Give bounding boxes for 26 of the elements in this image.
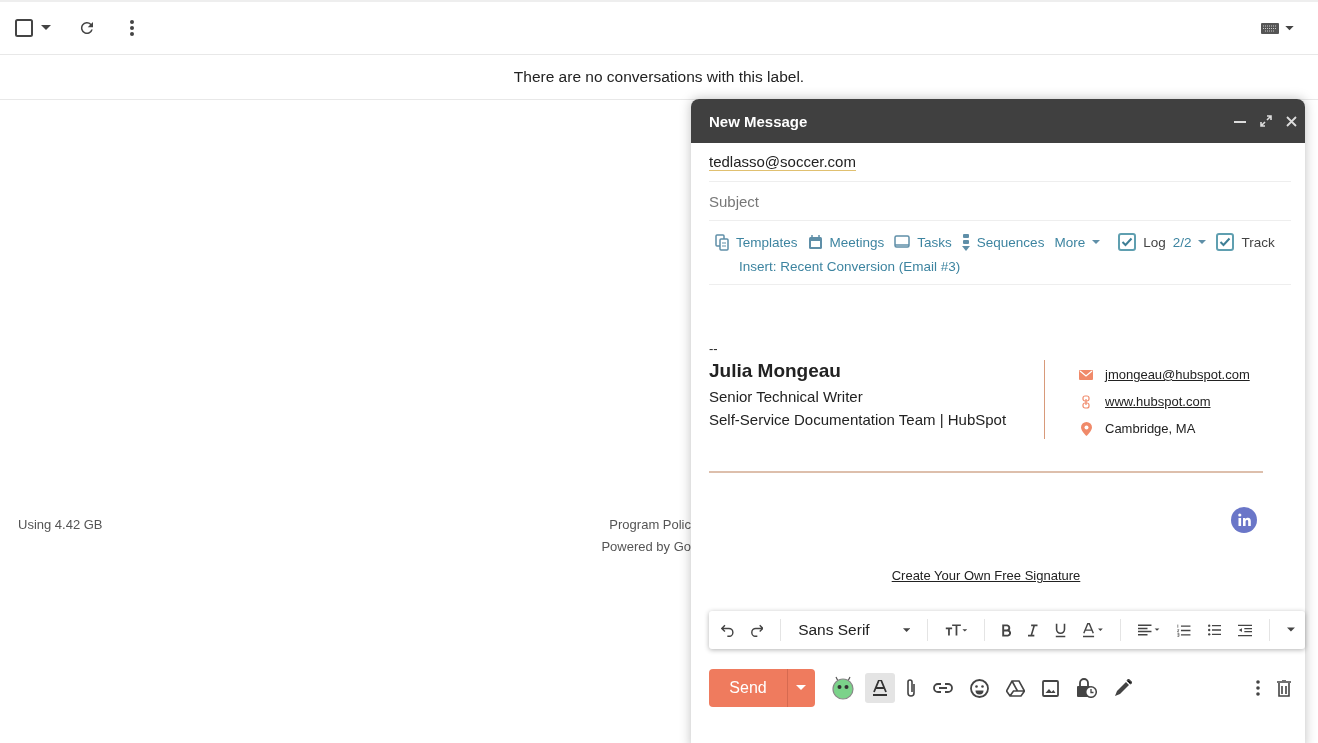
signature-name: Julia Mongeau: [709, 360, 842, 382]
signature-cta-link[interactable]: Create Your Own Free Signature: [891, 568, 1081, 583]
insert-link[interactable]: Insert: Recent Conversion (Email #3): [739, 259, 961, 274]
contact-text: Cambridge, MA: [1105, 421, 1196, 436]
window-title: New Message: [709, 112, 808, 130]
subject-field[interactable]: Subject: [709, 182, 1291, 221]
more-menu[interactable]: More: [1054, 234, 1086, 250]
tool-link[interactable]: Sequences: [976, 234, 1045, 250]
tool-link[interactable]: Tasks: [917, 234, 952, 250]
signature-title: Senior Technical Writer: [709, 388, 864, 405]
tool-link[interactable]: Meetings: [829, 234, 885, 250]
empty-message: There are no conversations with this label.: [513, 68, 805, 86]
footer-link[interactable]: Powered by Go: [601, 539, 691, 554]
recipient-chip[interactable]: tedlasso@soccer.com: [709, 153, 856, 171]
log-label: Log: [1143, 234, 1166, 250]
footer-link[interactable]: Program Polic: [609, 517, 691, 532]
storage-usage: Using 4.42 GB: [18, 517, 104, 534]
font-dropdown[interactable]: Sans Serif: [798, 621, 870, 639]
send-button[interactable]: Send: [709, 669, 787, 707]
tool-link[interactable]: Templates: [736, 234, 798, 250]
signature-team: Self-Service Documentation Team | HubSpot: [709, 411, 1008, 428]
contact-link[interactable]: jmongeau@hubspot.com: [1105, 367, 1250, 382]
log-count[interactable]: 2/2: [1172, 234, 1192, 250]
contact-link[interactable]: www.hubspot.com: [1105, 394, 1211, 409]
track-label: Track: [1241, 234, 1275, 250]
signature-separator: --: [709, 341, 719, 356]
